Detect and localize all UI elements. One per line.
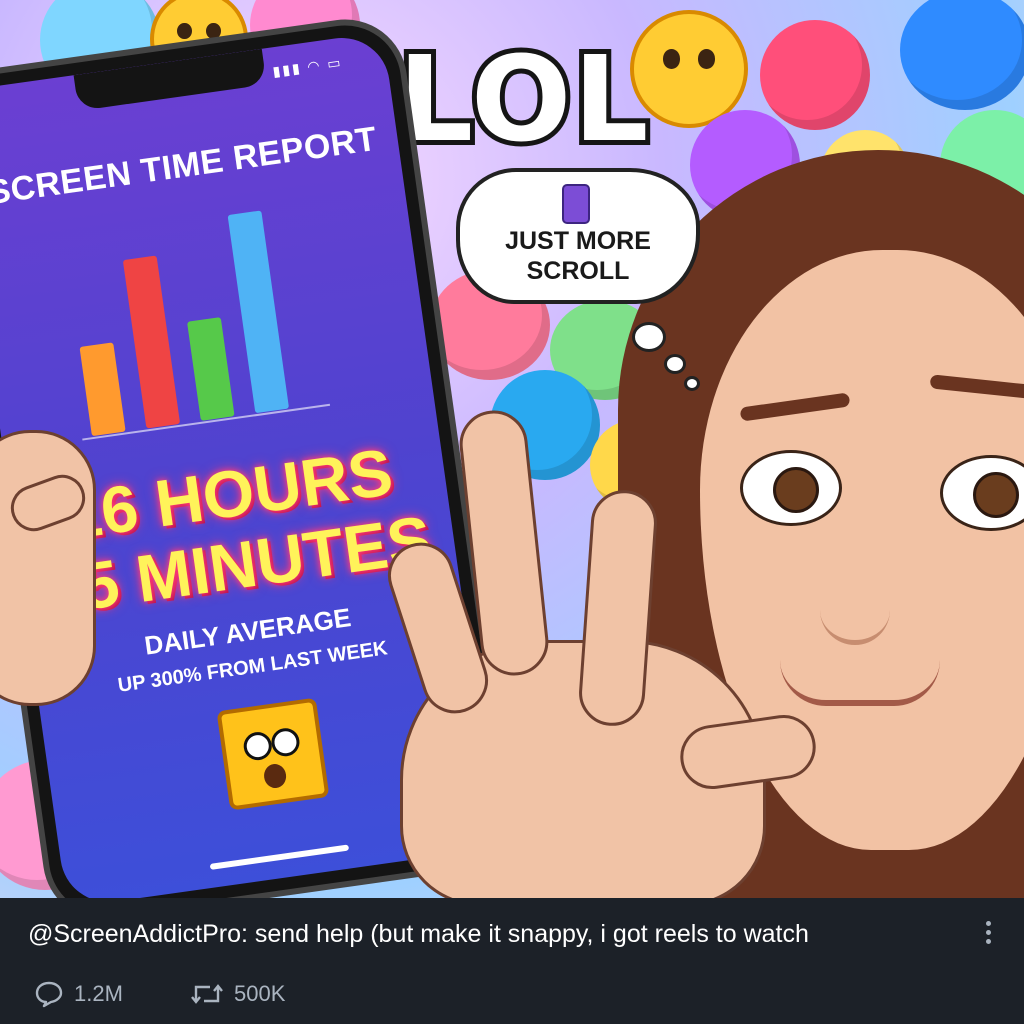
- usage-bar-chart: [43, 189, 371, 449]
- speech-bubble-icon: [35, 981, 63, 1008]
- home-indicator: [209, 844, 350, 870]
- illustration: LOL JUST MORE SCROLL ▮▮▮ ◠ ▭ SCREEN TIME…: [0, 0, 1024, 898]
- background-bubble: [760, 20, 870, 130]
- post-caption[interactable]: @ScreenAddictPro: send help (but make it…: [28, 920, 958, 949]
- retweet-icon: [191, 984, 223, 1004]
- emoji-eye: [269, 726, 302, 759]
- background-bubble: [900, 0, 1024, 110]
- smile: [780, 660, 940, 706]
- signal-wifi-battery-icon: ▮▮▮ ◠ ▭: [271, 53, 344, 80]
- post-card: LOL JUST MORE SCROLL ▮▮▮ ◠ ▭ SCREEN TIME…: [0, 0, 1024, 1024]
- reply-button[interactable]: 1.2M: [34, 980, 123, 1008]
- usage-bar: [79, 342, 126, 436]
- usage-bar: [227, 210, 289, 413]
- left-eye: [740, 450, 842, 526]
- retweet-count: 500K: [234, 981, 286, 1006]
- vertical-ellipsis-icon[interactable]: [978, 918, 998, 948]
- thought-bubble: JUST MORE SCROLL: [456, 168, 700, 304]
- thought-dot: [684, 376, 700, 391]
- emoji-eye: [241, 730, 274, 762]
- post-footer: @ScreenAddictPro: send help (but make it…: [0, 898, 1024, 1024]
- phone-icon: [562, 184, 590, 224]
- shocked-emoji-icon: [216, 697, 330, 811]
- emoji-mouth: [262, 762, 288, 790]
- usage-bars: [79, 210, 331, 441]
- left-hand: [0, 430, 96, 706]
- left-iris: [773, 467, 819, 513]
- right-iris: [973, 472, 1019, 518]
- usage-bar: [187, 317, 235, 421]
- nose: [820, 560, 890, 645]
- thought-dot: [632, 322, 666, 352]
- usage-bar: [123, 255, 180, 429]
- retweet-button[interactable]: 500K: [190, 980, 285, 1008]
- thought-dot: [664, 354, 686, 374]
- lol-text: LOL: [393, 30, 653, 168]
- thought-bubble-text: JUST MORE SCROLL: [505, 227, 651, 285]
- reply-count: 1.2M: [74, 981, 123, 1006]
